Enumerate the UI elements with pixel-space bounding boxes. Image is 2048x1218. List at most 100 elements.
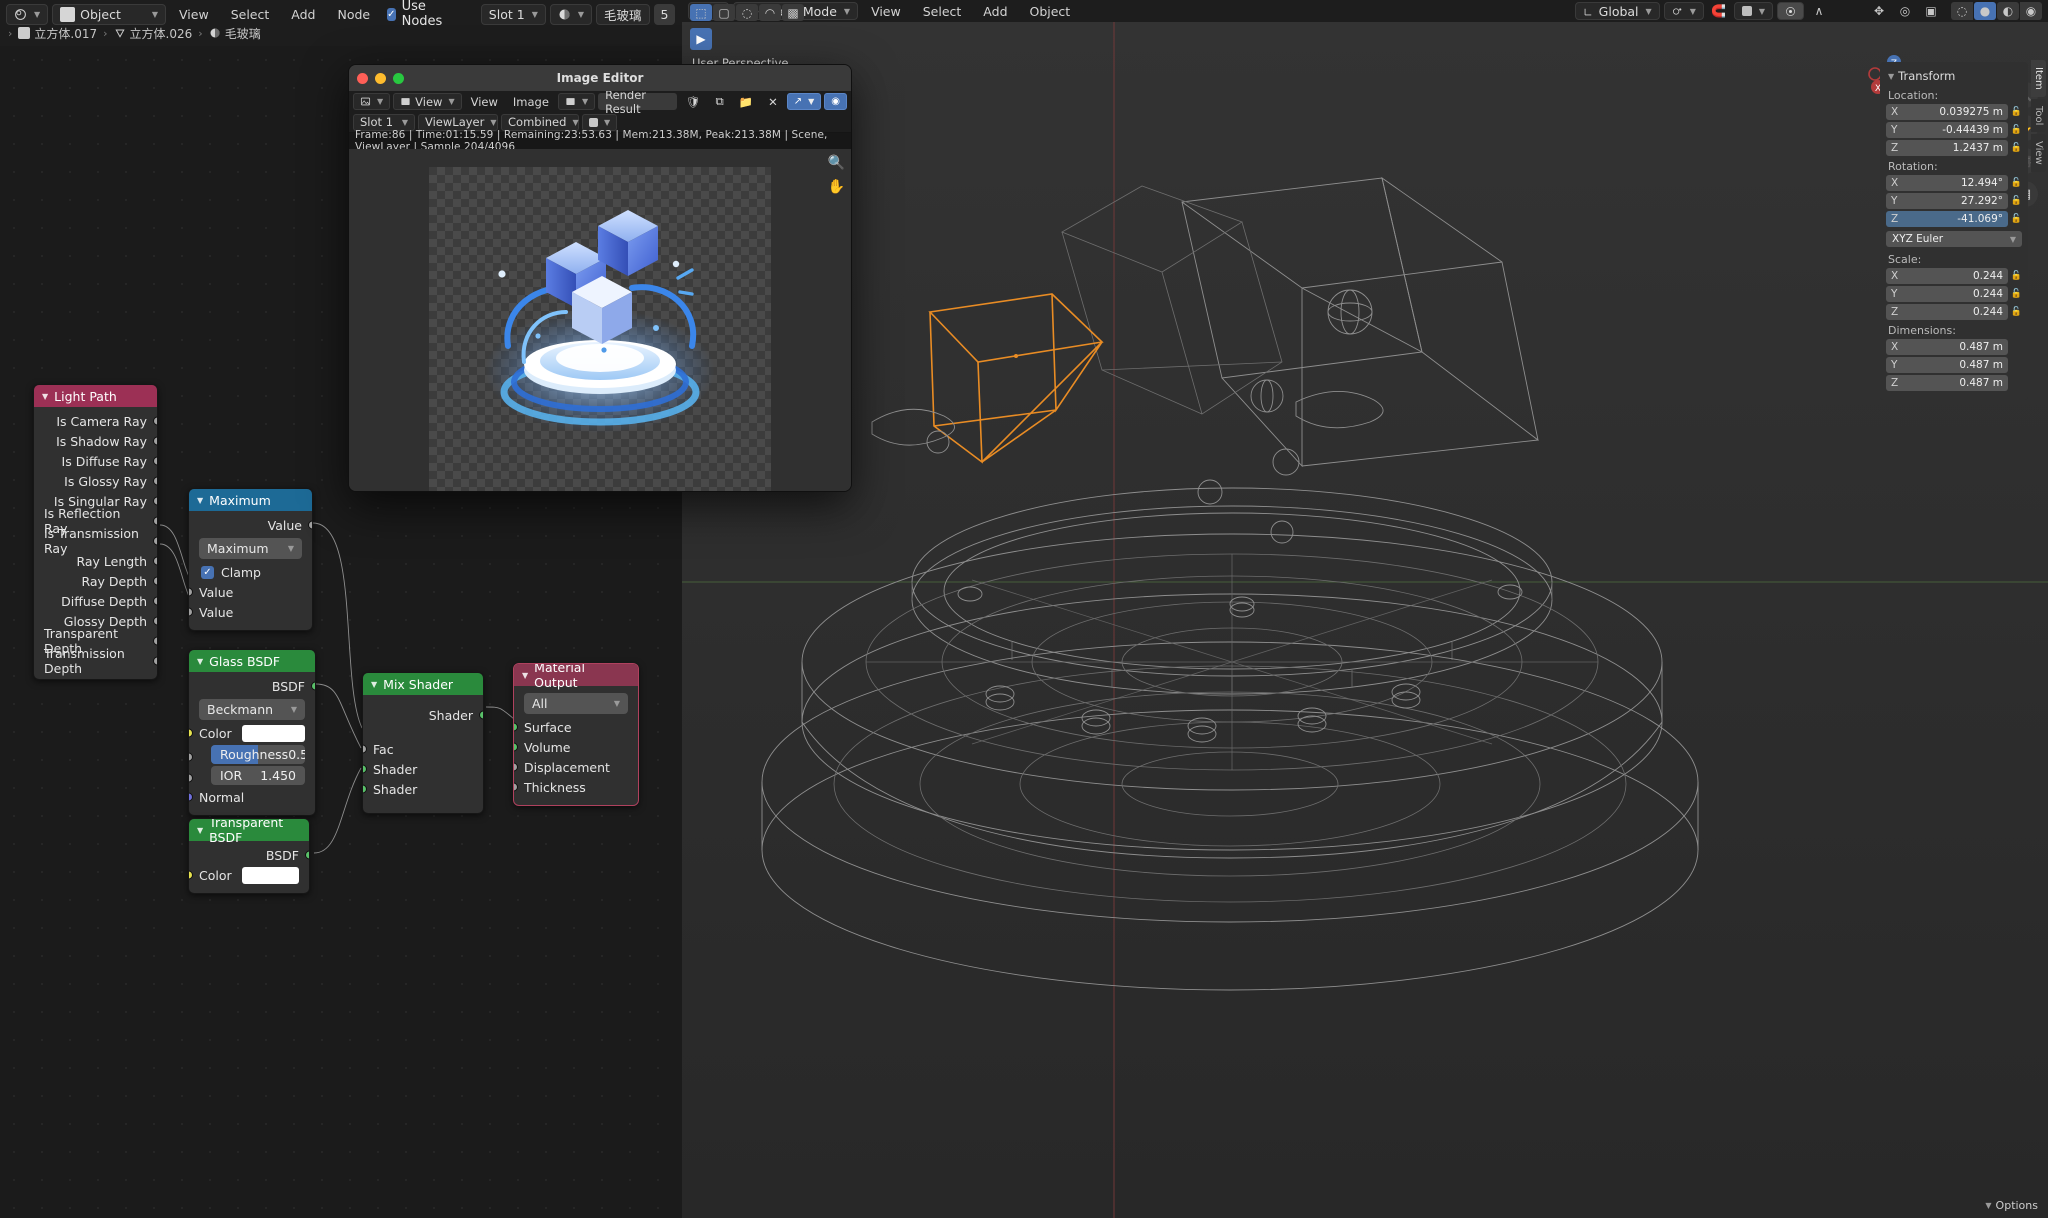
tweak-select-icon[interactable]: ⬚ [690,4,712,21]
wireframe-shading-icon[interactable]: ◌ [1951,2,1973,20]
window-titlebar[interactable]: Image Editor [349,65,851,91]
zoom-icon[interactable]: 🔍 [828,155,845,171]
n-panel-transform[interactable]: ▼ Transform Location: X 0.039275 m 🔓 Y -… [1880,62,2028,400]
show-overlays-icon[interactable]: ◎ [1894,2,1916,20]
socket-row[interactable]: Shader [363,705,483,725]
distribution-dropdown[interactable]: Beckmann ▼ [199,699,305,720]
menu-object[interactable]: Object [1021,2,1080,20]
rotation-x-row[interactable]: X 12.494° 🔓 [1880,174,2028,192]
collapse-chevron-icon[interactable]: ▼ [197,657,203,666]
output-socket[interactable] [153,556,157,566]
output-socket[interactable] [153,536,157,546]
socket-row[interactable]: Value [189,515,312,535]
editor-type-selector[interactable]: ▼ [353,93,391,110]
breadcrumb-mesh[interactable]: 立方体.026 [130,25,193,42]
location-z-row[interactable]: Z 1.2437 m 🔓 [1880,139,2028,157]
output-socket[interactable] [153,496,157,506]
menu-image[interactable]: Image [507,93,555,110]
lock-icon[interactable]: 🔓 [2011,269,2022,283]
node-material-output[interactable]: ▼ Material Output All ▼ Surface Volume Di… [513,663,639,806]
material-preview-shading-icon[interactable]: ◐ [1997,2,2019,20]
dimensions-z-row[interactable]: Z 0.487 m [1880,374,2028,392]
socket-row[interactable]: Is Transmission Ray [34,526,157,556]
rotation-mode-dropdown[interactable]: XYZ Euler ▼ [1886,231,2022,247]
snap-settings-button[interactable]: ▼ [1733,2,1773,20]
node-header[interactable]: ▼ Material Output [514,664,638,690]
input-socket[interactable] [514,742,518,752]
collapse-chevron-icon[interactable]: ▼ [522,671,528,680]
scale-x-field[interactable]: X 0.244 [1886,268,2008,284]
falloff-curve-icon[interactable]: ∧ [1808,2,1830,20]
output-socket[interactable] [153,596,157,606]
node-mix-shader[interactable]: ▼ Mix Shader Shader Fac Shader Shader [362,672,484,814]
target-dropdown[interactable]: All ▼ [524,693,628,714]
breadcrumb-object[interactable]: 立方体.017 [34,25,97,42]
location-x-field[interactable]: X 0.039275 m [1886,104,2008,120]
rotation-z-field[interactable]: Z -41.069° [1886,211,2008,227]
lock-icon[interactable]: 🔓 [2011,141,2022,155]
new-image-icon[interactable]: ⧉ [710,93,730,110]
proportional-edit-toggle[interactable] [1777,2,1804,20]
close-button[interactable] [357,72,368,84]
view-layer-selector[interactable]: ViewLayer ▼ [418,113,498,131]
rotation-y-field[interactable]: Y 27.292° [1886,193,2008,209]
solid-shading-icon[interactable]: ● [1974,2,1996,20]
select-mode-group[interactable]: ⬚ ▢ ◌ ◠ ▩ [690,4,804,21]
input-socket[interactable] [189,752,193,762]
pass-selector[interactable]: Combined ▼ [501,113,579,131]
pan-hand-icon[interactable]: ✋ [828,179,845,195]
output-socket[interactable] [153,516,157,526]
socket-row[interactable]: BSDF [189,845,309,865]
rendered-shading-icon[interactable]: ◉ [2020,2,2042,20]
snap-magnet-icon[interactable]: 🧲 [1708,2,1730,20]
input-socket[interactable] [363,784,367,794]
output-socket[interactable] [153,456,157,466]
lock-icon[interactable]: 🔓 [2011,176,2022,190]
output-socket[interactable] [153,436,157,446]
operation-dropdown[interactable]: Maximum ▼ [199,538,302,559]
location-y-row[interactable]: Y -0.44439 m 🔓 [1880,121,2028,139]
socket-row[interactable]: Ray Depth [34,571,157,591]
input-socket[interactable] [514,722,518,732]
socket-row[interactable]: Is Diffuse Ray [34,451,157,471]
output-socket[interactable] [311,681,315,691]
input-socket[interactable] [363,764,367,774]
panel-header[interactable]: ▼ Transform [1880,66,2028,86]
zoom-button[interactable] [393,72,404,84]
pivot-point-selector[interactable]: ▼ [1663,2,1704,20]
rotation-z-row[interactable]: Z -41.069° 🔓 [1880,210,2028,228]
input-socket[interactable] [189,870,193,880]
rotation-y-row[interactable]: Y 27.292° 🔓 [1880,192,2028,210]
lock-icon[interactable]: 🔓 [2011,105,2022,119]
scale-x-row[interactable]: X 0.244 🔓 [1880,267,2028,285]
lock-icon[interactable]: 🔓 [2011,212,2022,226]
location-y-field[interactable]: Y -0.44439 m [1886,122,2008,138]
output-socket[interactable] [305,850,309,860]
tab-view[interactable]: View [2031,134,2046,172]
socket-row[interactable]: Displacement [514,757,638,777]
output-socket[interactable] [153,656,157,666]
lock-icon[interactable]: 🔓 [2011,194,2022,208]
location-x-row[interactable]: X 0.039275 m 🔓 [1880,103,2028,121]
output-socket[interactable] [153,416,157,426]
input-socket[interactable] [189,773,193,783]
color-swatch[interactable] [241,866,299,884]
slot-selector[interactable]: Slot 1 ▼ [353,113,415,131]
input-socket[interactable] [189,728,193,738]
open-image-icon[interactable]: 📁 [733,93,759,110]
box-select-icon[interactable]: ▢ [713,4,735,21]
image-name-field[interactable]: Render Result [598,88,677,116]
unlink-image-icon[interactable]: ✕ [762,93,784,110]
color-row[interactable]: Color [189,865,309,885]
input-socket[interactable] [189,587,193,597]
output-socket[interactable] [479,710,483,720]
socket-row[interactable]: Is Camera Ray [34,411,157,431]
gizmo-toggle[interactable]: ↗ ▼ [786,93,822,110]
image-mode-selector[interactable]: View ▼ [393,93,462,110]
collapse-chevron-icon[interactable]: ▼ [197,496,203,505]
socket-row[interactable]: Normal [189,787,315,807]
input-socket[interactable] [189,607,193,617]
menu-add[interactable]: Add [974,2,1016,20]
socket-row[interactable]: Is Shadow Ray [34,431,157,451]
socket-row[interactable]: Fac [363,739,483,759]
